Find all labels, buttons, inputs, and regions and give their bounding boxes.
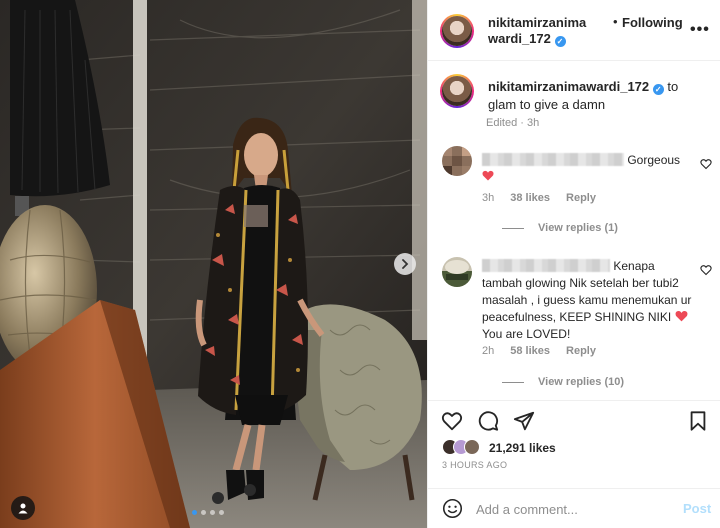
share-icon[interactable] xyxy=(513,410,535,432)
like-comment-heart-icon[interactable] xyxy=(700,264,712,276)
carousel-dot xyxy=(210,510,215,515)
commenter-avatar[interactable] xyxy=(442,146,472,176)
view-replies-button[interactable]: View replies (10) xyxy=(502,376,624,388)
tagged-users-button[interactable] xyxy=(11,496,35,520)
caption: nikitamirzanimawardi_172 ✓ to glam to gi… xyxy=(488,78,708,114)
more-options-button[interactable]: ••• xyxy=(690,21,710,39)
add-comment-bar: Post xyxy=(428,488,720,528)
commenter-username-blurred[interactable] xyxy=(482,153,624,166)
comment-item: Gorgeous 3h 38 likes Reply View replies … xyxy=(442,146,712,241)
edited-timestamp: Edited · 3h xyxy=(486,117,540,129)
chevron-right-icon xyxy=(402,259,409,269)
user-icon xyxy=(18,503,28,514)
save-icon[interactable] xyxy=(687,410,709,432)
post-photo[interactable] xyxy=(0,0,427,528)
comment-likes[interactable]: 58 likes xyxy=(510,345,550,357)
comment-time: 3h xyxy=(482,192,495,204)
next-slide-button[interactable] xyxy=(394,253,416,275)
liker-avatar xyxy=(464,439,480,455)
reply-button[interactable]: Reply xyxy=(566,345,596,357)
commenter-avatar[interactable] xyxy=(442,257,472,287)
liker-avatars[interactable] xyxy=(442,439,480,455)
following-button[interactable]: Following xyxy=(622,15,683,30)
comment-time: 2h xyxy=(482,345,495,357)
heart-icon[interactable] xyxy=(441,410,463,432)
reply-button[interactable]: Reply xyxy=(566,192,596,204)
comment-meta: 3h 38 likes Reply xyxy=(482,192,596,204)
carousel-dot xyxy=(192,510,197,515)
author-avatar[interactable] xyxy=(440,14,474,48)
post-sidebar: nikitamirzanima wardi_172 ✓ • Following … xyxy=(427,0,720,528)
view-replies-button[interactable]: View replies (1) xyxy=(502,222,618,234)
post-time[interactable]: 3 HOURS AGO xyxy=(442,460,507,470)
comment-icon[interactable] xyxy=(477,410,499,432)
author-username[interactable]: nikitamirzanima wardi_172 ✓ xyxy=(488,15,616,47)
comment-meta: 2h 58 likes Reply xyxy=(482,345,596,357)
comment-input[interactable] xyxy=(476,499,666,519)
separator-dot: • xyxy=(613,14,618,29)
avatar-image xyxy=(442,16,472,46)
carousel-dot xyxy=(219,510,224,515)
emoji-icon[interactable] xyxy=(442,498,463,519)
caption-username[interactable]: nikitamirzanimawardi_172 xyxy=(488,79,649,94)
post-comment-button[interactable]: Post xyxy=(683,501,711,516)
post-actions: 21,291 likes 3 HOURS AGO xyxy=(428,400,720,490)
comment-text: Gorgeous xyxy=(482,152,697,186)
verified-badge-icon: ✓ xyxy=(652,84,664,95)
comment-item: Kenapa tambah glowing Nik setelah ber tu… xyxy=(442,252,712,397)
commenter-username-blurred[interactable] xyxy=(482,259,610,272)
heart-emoji-icon xyxy=(482,170,494,181)
carousel-indicator xyxy=(192,510,224,515)
avatar-image xyxy=(442,76,472,106)
caption-avatar[interactable] xyxy=(440,74,474,108)
photo-scene xyxy=(0,0,427,528)
comment-likes[interactable]: 38 likes xyxy=(510,192,550,204)
post-header: nikitamirzanima wardi_172 ✓ • Following … xyxy=(428,0,720,61)
comment-text: Kenapa tambah glowing Nik setelah ber tu… xyxy=(482,259,692,341)
likes-count[interactable]: 21,291 likes xyxy=(489,441,556,455)
carousel-dot xyxy=(201,510,206,515)
heart-emoji-icon xyxy=(675,311,688,322)
verified-badge-icon: ✓ xyxy=(554,36,566,47)
like-comment-heart-icon[interactable] xyxy=(700,158,712,170)
